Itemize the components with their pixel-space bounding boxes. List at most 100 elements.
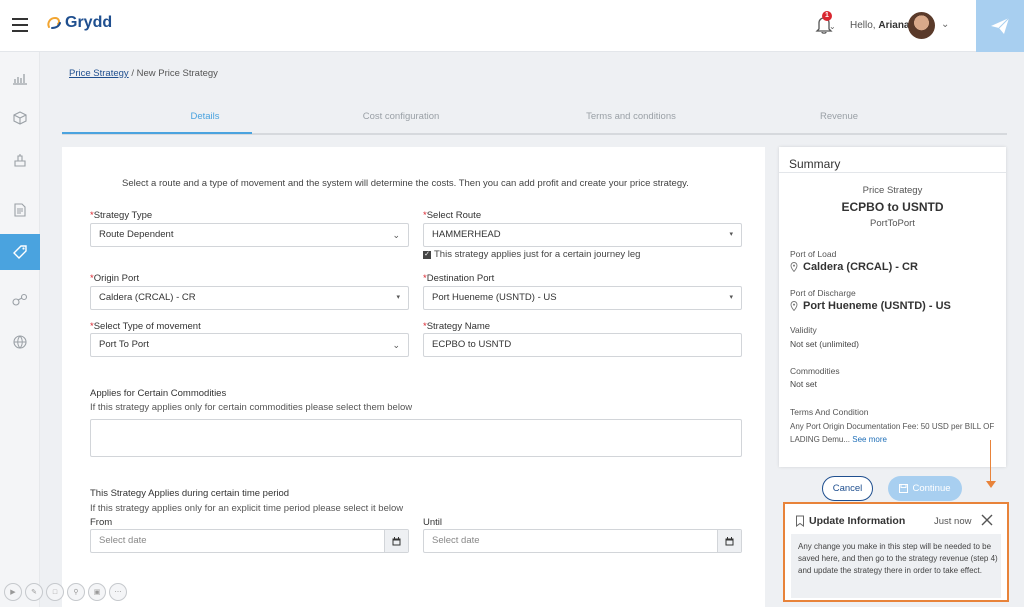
tab-revenue[interactable]: Revenue (744, 111, 934, 122)
toast-time: Just now (934, 516, 972, 527)
summary-panel: Summary Price Strategy ECPBO to USNTD Po… (779, 147, 1006, 467)
summary-title: Summary (789, 157, 841, 171)
user-greeting: Hello, Ariana (850, 20, 910, 31)
location-pin-icon (790, 301, 798, 311)
time-period-subtitle: If this strategy applies only for an exp… (90, 503, 404, 514)
breadcrumb-current: New Price Strategy (136, 68, 218, 79)
sidebar-item-global[interactable] (0, 324, 40, 360)
summary-movement: PortToPort (870, 218, 915, 229)
tag-icon (13, 245, 27, 259)
commodities-input[interactable] (90, 419, 742, 457)
see-more-link[interactable]: See more (852, 435, 887, 444)
sidebar-item-documents[interactable] (0, 192, 40, 228)
destination-port-label: *Destination Port (423, 273, 495, 284)
tab-details[interactable]: Details (110, 111, 300, 122)
sidebar-item-price-strategy[interactable] (0, 234, 40, 270)
until-date-input[interactable]: Select date (423, 529, 742, 553)
destination-port-select[interactable]: Port Hueneme (USNTD) - US ▾ (423, 286, 742, 310)
port-of-discharge-value: Port Hueneme (USNTD) - US (790, 300, 951, 312)
edit-icon[interactable]: ✎ (25, 583, 43, 601)
port-of-discharge-label: Port of Discharge (790, 288, 856, 298)
from-label: From (90, 517, 113, 528)
origin-port-label: *Origin Port (90, 273, 140, 284)
chevron-down-icon[interactable]: ⌄ (941, 19, 949, 30)
highlight-arrow (990, 440, 991, 482)
toast-header: Update Information Just now (791, 508, 1001, 534)
continue-button[interactable]: Continue (888, 476, 962, 501)
left-sidebar (0, 52, 40, 607)
more-icon[interactable]: ⋯ (109, 583, 127, 601)
summary-strategy-name: ECPBO to USNTD (841, 200, 944, 214)
caret-down-icon: ▾ (729, 231, 733, 238)
play-icon[interactable]: ▶ (4, 583, 22, 601)
box-icon (13, 111, 27, 125)
zoom-icon[interactable]: ⚲ (67, 583, 85, 601)
commodities-subtitle: If this strategy applies only for certai… (90, 402, 413, 413)
network-icon (12, 293, 28, 306)
warehouse-icon (14, 154, 26, 167)
origin-port-select[interactable]: Caldera (CRCAL) - CR ▾ (90, 286, 409, 310)
menu-icon[interactable] (12, 18, 28, 32)
avatar[interactable] (908, 12, 935, 39)
commodities-value: Not set (790, 379, 817, 389)
movement-type-select[interactable]: Port To Port ⌄ (90, 333, 409, 357)
strategy-name-input[interactable]: ECPBO to USNTD (423, 333, 742, 357)
form-intro: Select a route and a type of movement an… (122, 178, 689, 189)
caret-down-icon: ▾ (396, 294, 400, 301)
port-of-load-label: Port of Load (790, 249, 837, 259)
floating-toolbar: ▶ ✎ □ ⚲ ▣ ⋯ (4, 583, 127, 601)
location-pin-icon (790, 262, 798, 272)
globe-icon (13, 335, 27, 349)
checkbox-checked-icon: ✓ (423, 250, 431, 259)
caret-down-icon: ▾ (729, 294, 733, 301)
brand-logo[interactable]: Grydd (46, 14, 112, 32)
terms-value: Any Port Origin Documentation Fee: 50 US… (790, 422, 995, 444)
tab-terms-and-conditions[interactable]: Terms and conditions (536, 111, 726, 122)
grydd-logo-icon (47, 16, 61, 29)
strategy-type-label: *Strategy Type (90, 210, 153, 221)
arrow-head-icon (986, 481, 996, 488)
breadcrumb-link-price-strategy[interactable]: Price Strategy (69, 68, 129, 79)
chart-icon (13, 74, 27, 85)
chevron-down-icon: ⌄ (392, 230, 400, 240)
toast-title: Update Information (809, 515, 906, 527)
movement-type-label: *Select Type of movement (90, 321, 201, 332)
select-route-label: *Select Route (423, 210, 482, 221)
port-of-load-value: Caldera (CRCAL) - CR (790, 261, 918, 273)
details-form: Select a route and a type of movement an… (62, 147, 765, 607)
save-icon (899, 484, 909, 493)
toast-highlight: Update Information Just now Any change y… (783, 502, 1009, 602)
send-button[interactable] (976, 0, 1024, 52)
top-bar: Grydd 1 ⌄ Hello, Ariana ⌄ (0, 0, 1024, 52)
chevron-down-icon[interactable]: ⌄ (829, 22, 836, 31)
terms-label: Terms And Condition (790, 407, 869, 417)
cancel-button[interactable]: Cancel (822, 476, 873, 501)
commodities-title: Applies for Certain Commodities (90, 388, 227, 399)
chevron-down-icon: ⌄ (392, 340, 400, 350)
journey-leg-checkbox[interactable]: ✓ This strategy applies just for a certa… (423, 249, 640, 260)
wizard-steps: Details Cost configuration Terms and con… (62, 107, 1007, 135)
close-icon[interactable] (979, 512, 995, 528)
commodities-label: Commodities (790, 366, 840, 376)
tab-cost-configuration[interactable]: Cost configuration (306, 111, 496, 122)
sidebar-item-products[interactable] (0, 100, 40, 136)
validity-label: Validity (790, 325, 817, 335)
strategy-name-label: *Strategy Name (423, 321, 491, 332)
select-route-select[interactable]: HAMMERHEAD ▾ (423, 223, 742, 247)
copy-icon[interactable]: □ (46, 583, 64, 601)
screen-icon[interactable]: ▣ (88, 583, 106, 601)
update-information-toast: Update Information Just now Any change y… (791, 508, 1001, 598)
summary-kind: Price Strategy (862, 185, 923, 196)
until-label: Until (423, 517, 443, 528)
divider (779, 172, 1006, 173)
from-date-input[interactable]: Select date (90, 529, 409, 553)
strategy-type-select[interactable]: Route Dependent ⌄ (90, 223, 409, 247)
brand-name: Grydd (65, 14, 113, 31)
active-step-indicator (62, 132, 252, 134)
sidebar-item-dashboard[interactable] (0, 60, 40, 96)
sidebar-item-network[interactable] (0, 282, 40, 318)
sidebar-item-warehouse[interactable] (0, 142, 40, 178)
bookmark-icon (796, 515, 804, 527)
calendar-icon[interactable] (717, 530, 741, 552)
calendar-icon[interactable] (384, 530, 408, 552)
